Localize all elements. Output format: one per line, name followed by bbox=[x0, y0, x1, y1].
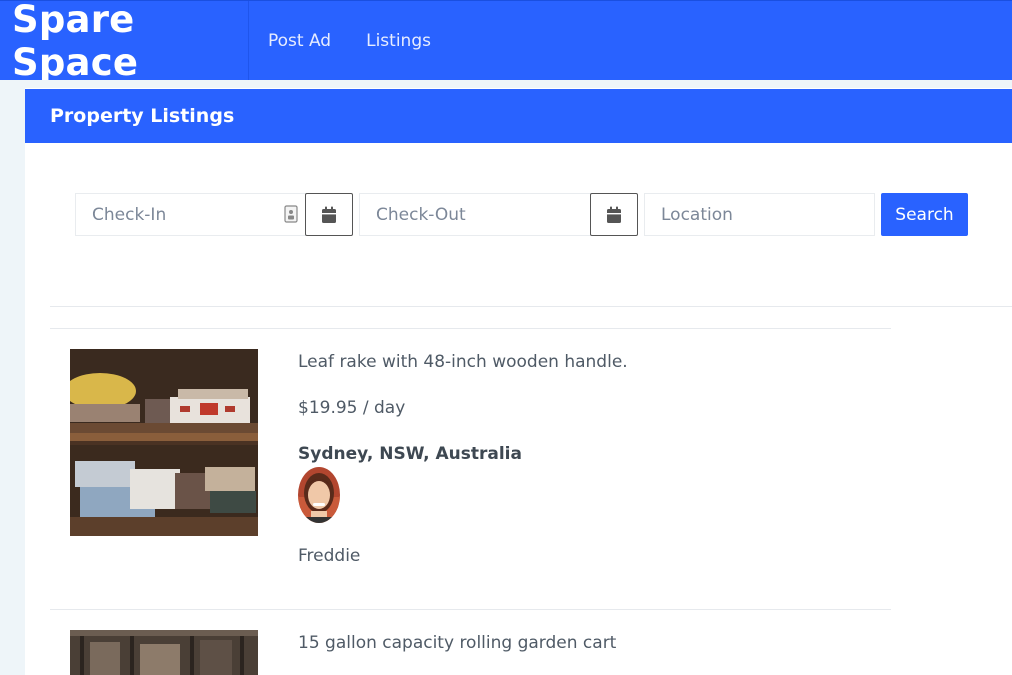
divider bbox=[50, 328, 891, 329]
brand-name: Spare Space bbox=[12, 0, 139, 84]
page-background bbox=[0, 80, 1012, 88]
search-button[interactable]: Search bbox=[881, 193, 968, 236]
nav-post-ad[interactable]: Post Ad bbox=[268, 31, 331, 51]
location-input[interactable] bbox=[644, 193, 875, 236]
check-out-input[interactable] bbox=[359, 193, 591, 236]
main-nav: Post Ad Listings bbox=[268, 1, 431, 80]
listing-description[interactable]: 15 gallon capacity rolling garden cart bbox=[298, 633, 616, 653]
check-in-calendar-button[interactable] bbox=[305, 193, 353, 236]
top-navbar: Spare Space Post Ad Listings bbox=[0, 0, 1012, 84]
nav-listings[interactable]: Listings bbox=[366, 31, 431, 51]
divider bbox=[50, 609, 891, 610]
owner-avatar bbox=[298, 467, 340, 523]
listing-image[interactable] bbox=[70, 349, 258, 536]
card-title: Property Listings bbox=[50, 105, 235, 127]
contact-card-icon bbox=[284, 205, 298, 223]
listing-location: Sydney, NSW, Australia bbox=[298, 444, 522, 464]
check-out-calendar-button[interactable] bbox=[590, 193, 638, 236]
listing-photo-warehouse bbox=[70, 630, 258, 675]
calendar-icon bbox=[322, 206, 336, 223]
card-header: Property Listings bbox=[25, 89, 1012, 143]
listing-price: $19.95 / day bbox=[298, 398, 406, 418]
listing-image[interactable] bbox=[70, 630, 258, 675]
listing-photo-shelves bbox=[70, 349, 258, 536]
left-gutter bbox=[0, 80, 25, 675]
calendar-icon bbox=[607, 206, 621, 223]
brand-logo[interactable]: Spare Space bbox=[0, 0, 249, 84]
check-in-input[interactable] bbox=[75, 193, 306, 236]
listing-description[interactable]: Leaf rake with 48-inch wooden handle. bbox=[298, 352, 628, 372]
listing-owner-name: Freddie bbox=[298, 546, 361, 566]
divider bbox=[50, 306, 1012, 307]
